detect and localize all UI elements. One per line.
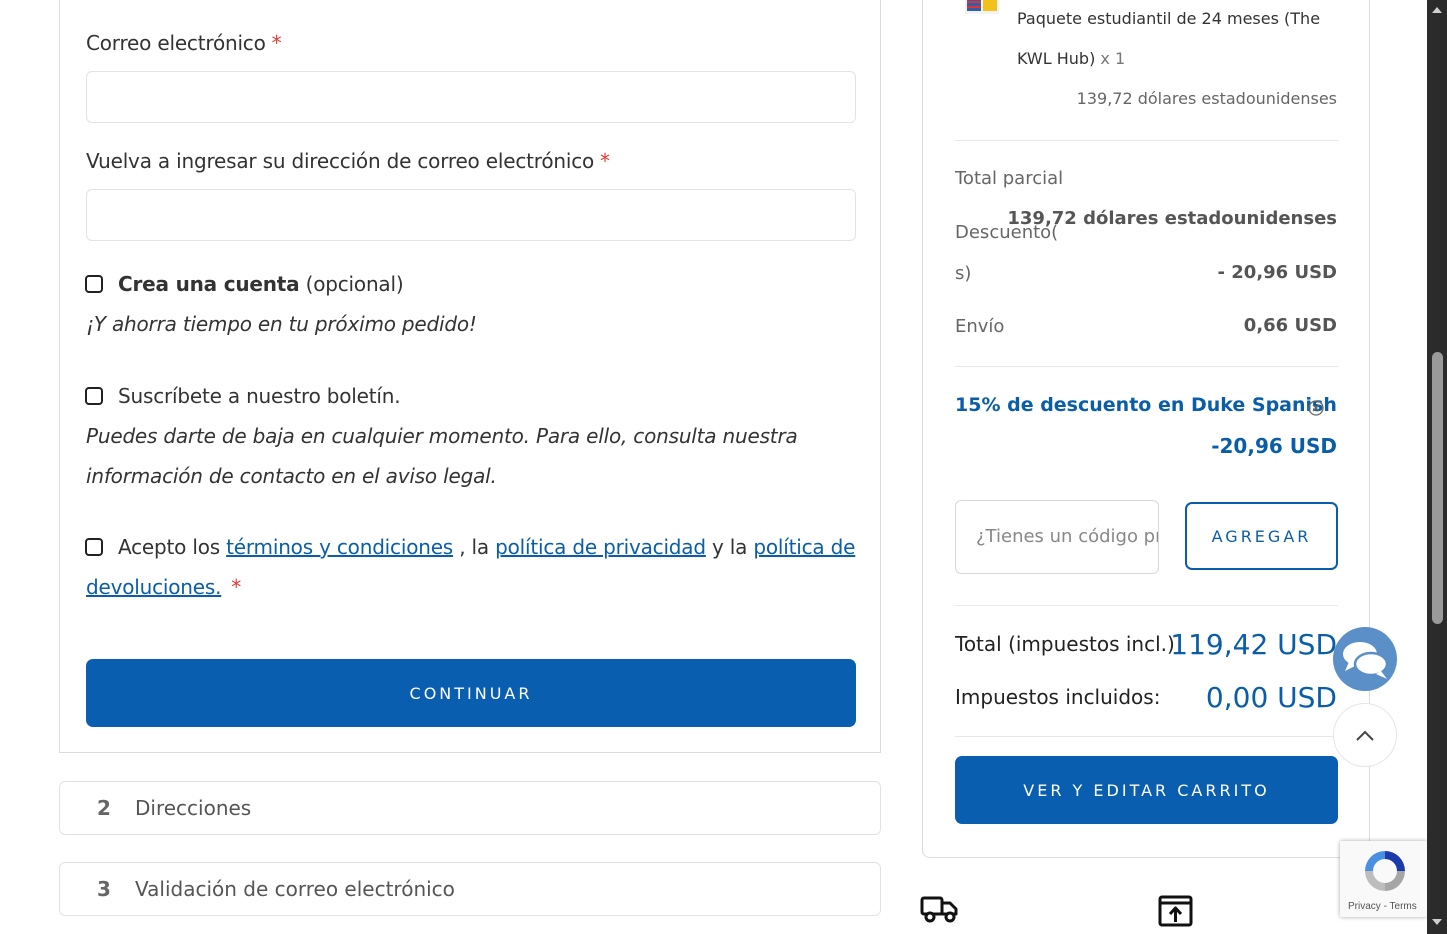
recaptcha-links: Privacy - Terms bbox=[1348, 901, 1417, 912]
total-value: 119,42 USD bbox=[1170, 628, 1337, 661]
chevron-up-icon bbox=[1356, 730, 1374, 741]
divider bbox=[955, 140, 1338, 141]
recaptcha-badge[interactable]: Privacy - Terms bbox=[1340, 841, 1427, 917]
scroll-to-top-button[interactable] bbox=[1333, 703, 1397, 767]
taxes-label: Impuestos incluidos: bbox=[955, 685, 1161, 709]
divider bbox=[955, 366, 1338, 367]
divider bbox=[955, 736, 1338, 737]
step-title: Validación de correo electrónico bbox=[135, 877, 455, 901]
product-thumbnail[interactable] bbox=[965, 0, 999, 14]
shipping-label: Envío bbox=[955, 316, 1005, 337]
newsletter-checkbox[interactable] bbox=[85, 387, 103, 405]
create-account-checkbox[interactable] bbox=[85, 275, 103, 293]
applied-promo-name: 15% de descuento en Duke Spanish bbox=[955, 394, 1337, 416]
total-label: Total (impuestos incl.) bbox=[955, 632, 1175, 656]
email-label: Correo electrónico * bbox=[86, 31, 282, 55]
newsletter-note-line2: información de contacto en el aviso lega… bbox=[86, 464, 497, 488]
recaptcha-privacy-link[interactable]: Privacy bbox=[1348, 901, 1381, 912]
step-title: Direcciones bbox=[135, 796, 252, 820]
promo-add-button[interactable]: AGREGAR bbox=[1185, 502, 1338, 570]
returns-link-continued[interactable]: devoluciones. bbox=[86, 575, 221, 599]
step-email-validation[interactable]: 3 Validación de correo electrónico bbox=[59, 862, 881, 916]
terms-label-line2: devoluciones. * bbox=[86, 575, 241, 599]
email-field[interactable] bbox=[86, 71, 856, 123]
taxes-value: 0,00 USD bbox=[1205, 681, 1337, 714]
privacy-link[interactable]: política de privacidad bbox=[495, 535, 706, 559]
scroll-down-arrow-icon[interactable] bbox=[1432, 918, 1442, 926]
required-marker: * bbox=[600, 149, 610, 173]
personal-info-card: Correo electrónico * Vuelva a ingresar su… bbox=[59, 0, 881, 753]
subtotal-label: Total parcial bbox=[955, 168, 1064, 189]
product-name-line2[interactable]: KWL Hub) x 1 bbox=[1017, 49, 1125, 68]
product-image-icon bbox=[965, 0, 999, 14]
step-number: 3 bbox=[97, 877, 111, 901]
chat-widget-button[interactable] bbox=[1333, 627, 1397, 691]
product-price: 139,72 dólares estadounidenses bbox=[1076, 89, 1337, 108]
returns-link[interactable]: política de bbox=[753, 535, 855, 559]
discount-value: - 20,96 USD bbox=[1217, 262, 1337, 283]
step-number: 2 bbox=[97, 796, 111, 820]
required-marker: * bbox=[231, 575, 242, 599]
discount-label-line2: s) bbox=[955, 263, 972, 284]
product-name-line1[interactable]: Paquete estudiantil de 24 meses (The bbox=[1017, 9, 1320, 28]
return-box-icon bbox=[1158, 894, 1194, 928]
discount-label: Descuento( bbox=[955, 222, 1059, 243]
continue-button[interactable]: CONTINUAR bbox=[86, 659, 856, 727]
terms-link[interactable]: términos y condiciones bbox=[226, 535, 453, 559]
create-account-note: ¡Y ahorra tiempo en tu próximo pedido! bbox=[86, 312, 477, 336]
shipping-value: 0,66 USD bbox=[1243, 315, 1337, 336]
view-edit-cart-button[interactable]: VER Y EDITAR CARRITO bbox=[955, 756, 1338, 824]
terms-label: Acepto los términos y condiciones , la p… bbox=[118, 535, 856, 559]
newsletter-label: Suscríbete a nuestro boletín. bbox=[118, 384, 401, 408]
create-account-label: Crea una cuenta (opcional) bbox=[118, 272, 404, 296]
terms-checkbox[interactable] bbox=[85, 538, 103, 556]
newsletter-note-line1: Puedes darte de baja en cualquier moment… bbox=[86, 424, 798, 448]
email-confirm-field[interactable] bbox=[86, 189, 856, 241]
chat-bubbles-icon bbox=[1343, 642, 1389, 679]
recaptcha-logo-icon bbox=[1365, 851, 1405, 891]
step-addresses[interactable]: 2 Direcciones bbox=[59, 781, 881, 835]
email-confirm-label: Vuelva a ingresar su dirección de correo… bbox=[86, 149, 610, 173]
scroll-up-arrow-icon[interactable] bbox=[1432, 6, 1442, 14]
delivery-truck-icon bbox=[920, 894, 960, 926]
promo-code-input[interactable]: ¿Tienes un código promocional? bbox=[955, 500, 1159, 574]
recaptcha-terms-link[interactable]: Terms bbox=[1390, 901, 1417, 912]
scrollbar-thumb[interactable] bbox=[1432, 352, 1443, 624]
divider bbox=[955, 605, 1338, 606]
applied-promo-value: -20,96 USD bbox=[1211, 434, 1337, 458]
required-marker: * bbox=[271, 31, 282, 55]
order-summary-card: Paquete estudiantil de 24 meses (The KWL… bbox=[922, 0, 1370, 858]
remove-promo-icon[interactable] bbox=[1308, 400, 1324, 416]
